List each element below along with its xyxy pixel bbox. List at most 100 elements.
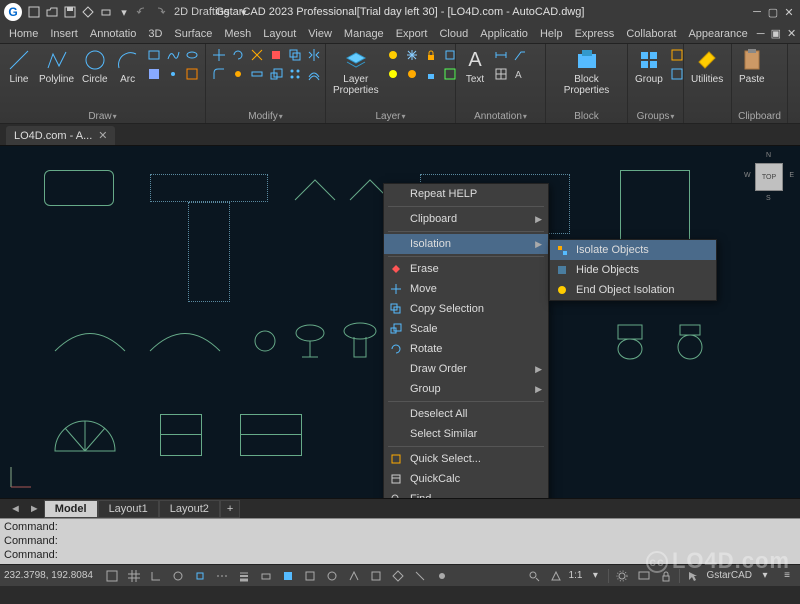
ctx-selectsimilar[interactable]: Select Similar	[384, 424, 548, 444]
ctx-group[interactable]: Group▶	[384, 379, 548, 399]
ctx-repeat[interactable]: Repeat HELP	[384, 184, 548, 204]
submenu-isolate[interactable]: Isolate Objects	[550, 240, 716, 260]
layer-lock-icon[interactable]	[422, 46, 440, 64]
extra2-icon[interactable]	[367, 568, 385, 584]
doc-minimize-icon[interactable]: ─	[755, 28, 767, 40]
viewcube-face[interactable]: TOP	[755, 163, 783, 191]
open-icon[interactable]	[44, 4, 60, 20]
mirror-icon[interactable]	[305, 46, 323, 64]
menu-3d[interactable]: 3D	[143, 26, 167, 42]
grid-icon[interactable]	[125, 568, 143, 584]
submenu-end[interactable]: End Object Isolation	[550, 280, 716, 300]
stretch-icon[interactable]	[248, 65, 266, 83]
menu-insert[interactable]: Insert	[45, 26, 83, 42]
menu-surface[interactable]: Surface	[169, 26, 217, 42]
layer-properties-button[interactable]: Layer Properties	[330, 46, 382, 98]
block-properties-button[interactable]: Block Properties	[550, 46, 623, 98]
gear-icon[interactable]	[613, 568, 631, 584]
submenu-hide[interactable]: Hide Objects	[550, 260, 716, 280]
spline-icon[interactable]	[164, 46, 182, 64]
extra1-icon[interactable]	[345, 568, 363, 584]
menu-annotation[interactable]: Annotatio	[85, 26, 141, 42]
dyn-icon[interactable]	[257, 568, 275, 584]
ctx-rotate[interactable]: Rotate	[384, 339, 548, 359]
menu-layout[interactable]: Layout	[258, 26, 301, 42]
drawing-canvas[interactable]: N S W E TOP Repeat HELP Clipboard▶ Isola…	[0, 146, 800, 498]
group-button[interactable]: Group	[632, 46, 666, 87]
new-icon[interactable]	[26, 4, 42, 20]
model-icon[interactable]	[279, 568, 297, 584]
line-button[interactable]: Line	[4, 46, 34, 87]
ctx-find[interactable]: Find...	[384, 489, 548, 498]
doc-restore-icon[interactable]: ▣	[769, 27, 783, 40]
menu-collaboration[interactable]: Collaborat	[621, 26, 681, 42]
close-icon[interactable]: ✕	[782, 5, 796, 19]
panel-label-groups[interactable]: Groups▾	[632, 110, 679, 123]
minimize-icon[interactable]: ─	[750, 5, 764, 19]
print-icon[interactable]	[98, 4, 114, 20]
point-icon[interactable]	[164, 65, 182, 83]
ctx-quickcalc[interactable]: QuickCalc	[384, 469, 548, 489]
ctx-isolation[interactable]: Isolation▶	[384, 234, 548, 254]
document-tab-close-icon[interactable]: ✕	[98, 129, 107, 142]
osnap-icon[interactable]	[191, 568, 209, 584]
copy-icon[interactable]	[286, 46, 304, 64]
trim-icon[interactable]	[248, 46, 266, 64]
offset-icon[interactable]	[305, 65, 323, 83]
array-icon[interactable]	[286, 65, 304, 83]
ctx-scale[interactable]: Scale	[384, 319, 548, 339]
utilities-button[interactable]: Utilities	[688, 46, 726, 87]
extra4-icon[interactable]	[411, 568, 429, 584]
ctx-erase[interactable]: Erase	[384, 259, 548, 279]
layer-freeze-icon[interactable]	[403, 46, 421, 64]
cursor-icon[interactable]	[684, 568, 702, 584]
explode-icon[interactable]	[229, 65, 247, 83]
doc-close-icon[interactable]: ✕	[785, 27, 798, 40]
rotate-icon[interactable]	[229, 46, 247, 64]
viewcube[interactable]: N S W E TOP	[746, 154, 792, 200]
status-scale[interactable]: 1:1	[569, 570, 583, 581]
fillet-icon[interactable]	[210, 65, 228, 83]
region-icon[interactable]	[183, 65, 201, 83]
scale-icon[interactable]	[267, 65, 285, 83]
undo-icon[interactable]	[134, 4, 150, 20]
menu-express[interactable]: Express	[570, 26, 620, 42]
sc-icon[interactable]	[323, 568, 341, 584]
document-tab[interactable]: LO4D.com - A... ✕	[6, 126, 115, 145]
menu-help[interactable]: Help	[535, 26, 568, 42]
menu-export[interactable]: Export	[391, 26, 433, 42]
ctx-move[interactable]: Move	[384, 279, 548, 299]
maximize-icon[interactable]: ▢	[766, 5, 780, 19]
polyline-button[interactable]: Polyline	[36, 46, 77, 87]
layer-thaw-icon[interactable]	[403, 65, 421, 83]
circle-button[interactable]: Circle	[79, 46, 111, 87]
otrack-icon[interactable]	[213, 568, 231, 584]
menu-mesh[interactable]: Mesh	[219, 26, 256, 42]
arc-button[interactable]: Arc	[113, 46, 143, 87]
ctx-quickselect[interactable]: Quick Select...	[384, 449, 548, 469]
dimension-icon[interactable]	[492, 46, 510, 64]
panel-label-layer[interactable]: Layer▾	[330, 110, 451, 123]
ctx-copy[interactable]: Copy Selection	[384, 299, 548, 319]
menu-manage[interactable]: Manage	[339, 26, 389, 42]
menu-home[interactable]: Home	[4, 26, 43, 42]
layer-on-icon[interactable]	[384, 65, 402, 83]
text-button[interactable]: AText	[460, 46, 490, 87]
layer-off-icon[interactable]	[384, 46, 402, 64]
status-dropdown-icon[interactable]: ▾	[756, 568, 774, 584]
saveas-icon[interactable]	[80, 4, 96, 20]
ctx-draworder[interactable]: Draw Order▶	[384, 359, 548, 379]
menu-cloud[interactable]: Cloud	[434, 26, 473, 42]
lwt-icon[interactable]	[235, 568, 253, 584]
ctx-deselect[interactable]: Deselect All	[384, 404, 548, 424]
erase-icon[interactable]	[267, 46, 285, 64]
leader-icon[interactable]	[511, 46, 529, 64]
extra3-icon[interactable]	[389, 568, 407, 584]
dropdown-icon[interactable]: ▾	[116, 4, 132, 20]
panel-label-draw[interactable]: Draw▾	[4, 110, 201, 123]
menu-application[interactable]: Applicatio	[475, 26, 533, 42]
save-icon[interactable]	[62, 4, 78, 20]
magnify-icon[interactable]	[525, 568, 543, 584]
hatch-icon[interactable]	[145, 65, 163, 83]
ctx-clipboard[interactable]: Clipboard▶	[384, 209, 548, 229]
